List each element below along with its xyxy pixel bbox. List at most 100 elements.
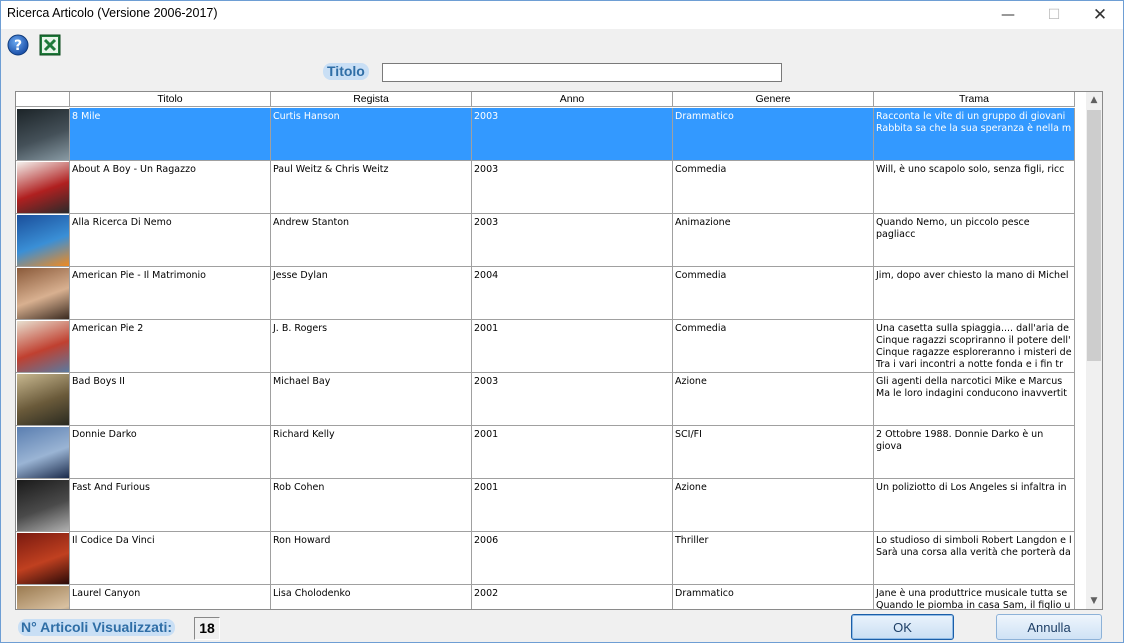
poster-cell[interactable] <box>16 532 70 585</box>
poster-cell[interactable] <box>16 108 70 161</box>
cell-anno[interactable]: 2004 <box>472 267 673 320</box>
poster-cell[interactable] <box>16 426 70 479</box>
scroll-thumb[interactable] <box>1087 110 1101 361</box>
poster-cell[interactable] <box>16 161 70 214</box>
cell-titolo[interactable]: Alla Ricerca Di Nemo <box>70 214 271 267</box>
cell-genere[interactable]: Thriller <box>673 532 874 585</box>
cell-regista[interactable]: Rob Cohen <box>271 479 472 532</box>
search-label: Titolo <box>323 63 369 80</box>
table-row[interactable]: 8 Mile Curtis Hanson 2003 Drammatico Raccont… <box>16 108 1075 161</box>
minimize-button[interactable]: — <box>985 1 1031 29</box>
table-row[interactable]: Alla Ricerca Di Nemo Andrew Stanton 2003 An… <box>16 214 1075 267</box>
cell-trama[interactable]: 2 Ottobre 1988. Donnie Darko è un giova <box>874 426 1075 479</box>
count-label: N° Articoli Visualizzati: <box>18 619 176 636</box>
header-regista[interactable]: Regista <box>271 92 472 107</box>
poster-thumbnail <box>17 321 69 372</box>
cell-titolo[interactable]: About A Boy - Un Ragazzo <box>70 161 271 214</box>
cell-titolo[interactable]: American Pie 2 <box>70 320 271 373</box>
cell-regista[interactable]: J. B. Rogers <box>271 320 472 373</box>
cell-regista[interactable]: Richard Kelly <box>271 426 472 479</box>
cell-regista[interactable]: Curtis Hanson <box>271 108 472 161</box>
poster-thumbnail <box>17 533 69 584</box>
cell-regista[interactable]: Lisa Cholodenko <box>271 585 472 609</box>
table-row[interactable]: Laurel Canyon Lisa Cholodenko 2002 Drammati… <box>16 585 1075 609</box>
table-row[interactable]: About A Boy - Un Ragazzo Paul Weitz & Chr… <box>16 161 1075 214</box>
poster-thumbnail <box>17 586 69 609</box>
cell-trama[interactable]: Jim, dopo aver chiesto la mano di Michel <box>874 267 1075 320</box>
poster-cell[interactable] <box>16 479 70 532</box>
cell-trama[interactable]: Una casetta sulla spiaggia.... dall'aria… <box>874 320 1075 373</box>
header-genere[interactable]: Genere <box>673 92 874 107</box>
cell-genere[interactable]: Azione <box>673 373 874 426</box>
cell-genere[interactable]: SCI/FI <box>673 426 874 479</box>
poster-cell[interactable] <box>16 320 70 373</box>
table-row[interactable]: Bad Boys II Michael Bay 2003 Azione Gli agen… <box>16 373 1075 426</box>
title-bar: Ricerca Articolo (Versione 2006-2017) — … <box>1 1 1123 29</box>
maximize-button[interactable]: ☐ <box>1031 1 1077 29</box>
cell-anno[interactable]: 2006 <box>472 532 673 585</box>
cell-trama[interactable]: Quando Nemo, un piccolo pesce pagliacc <box>874 214 1075 267</box>
close-button[interactable]: ✕ <box>1077 1 1123 29</box>
cell-regista[interactable]: Michael Bay <box>271 373 472 426</box>
search-window: Ricerca Articolo (Versione 2006-2017) — … <box>0 0 1124 643</box>
cell-titolo[interactable]: Fast And Furious <box>70 479 271 532</box>
cell-trama[interactable]: Will, è uno scapolo solo, senza figli, r… <box>874 161 1075 214</box>
poster-thumbnail <box>17 215 69 266</box>
cell-regista[interactable]: Andrew Stanton <box>271 214 472 267</box>
search-input[interactable] <box>382 63 782 82</box>
cell-trama[interactable]: Un poliziotto di Los Angeles si infaltra… <box>874 479 1075 532</box>
cell-titolo[interactable]: Bad Boys II <box>70 373 271 426</box>
poster-cell[interactable] <box>16 214 70 267</box>
table-row[interactable]: Il Codice Da Vinci Ron Howard 2006 Thriller… <box>16 532 1075 585</box>
excel-icon[interactable] <box>39 34 61 56</box>
cell-genere[interactable]: Azione <box>673 479 874 532</box>
poster-cell[interactable] <box>16 373 70 426</box>
cell-anno[interactable]: 2003 <box>472 108 673 161</box>
cell-genere[interactable]: Drammatico <box>673 108 874 161</box>
cell-genere[interactable]: Commedia <box>673 161 874 214</box>
table-row[interactable]: Fast And Furious Rob Cohen 2001 Azione Un po… <box>16 479 1075 532</box>
cell-anno[interactable]: 2002 <box>472 585 673 609</box>
cell-anno[interactable]: 2003 <box>472 161 673 214</box>
table-row[interactable]: American Pie - Il Matrimonio Jesse Dylan 2… <box>16 267 1075 320</box>
cell-trama[interactable]: Gli agenti della narcotici Mike e Marcus… <box>874 373 1075 426</box>
cell-genere[interactable]: Commedia <box>673 320 874 373</box>
header-trama[interactable]: Trama <box>874 92 1075 107</box>
ok-button[interactable]: OK <box>851 614 954 640</box>
cancel-button[interactable]: Annulla <box>996 614 1102 640</box>
header-anno[interactable]: Anno <box>472 92 673 107</box>
poster-thumbnail <box>17 480 69 531</box>
poster-thumbnail <box>17 374 69 425</box>
cell-trama[interactable]: Racconta le vite di un gruppo di giovani… <box>874 108 1075 161</box>
header-titolo[interactable]: Titolo <box>70 92 271 107</box>
cell-anno[interactable]: 2001 <box>472 320 673 373</box>
grid-body: Titolo Regista Anno Genere Trama 8 Mile C… <box>16 92 1075 609</box>
poster-cell[interactable] <box>16 585 70 609</box>
cell-titolo[interactable]: Laurel Canyon <box>70 585 271 609</box>
scroll-up-icon[interactable]: ▲ <box>1086 92 1102 108</box>
vertical-scrollbar[interactable]: ▲ ▼ <box>1086 92 1102 609</box>
scroll-down-icon[interactable]: ▼ <box>1086 593 1102 609</box>
cell-regista[interactable]: Paul Weitz & Chris Weitz <box>271 161 472 214</box>
cell-anno[interactable]: 2003 <box>472 214 673 267</box>
cell-titolo[interactable]: Donnie Darko <box>70 426 271 479</box>
cell-regista[interactable]: Jesse Dylan <box>271 267 472 320</box>
cell-anno[interactable]: 2003 <box>472 373 673 426</box>
table-row[interactable]: American Pie 2 J. B. Rogers 2001 Commedia Un… <box>16 320 1075 373</box>
cell-trama[interactable]: Lo studioso di simboli Robert Langdon e … <box>874 532 1075 585</box>
cell-anno[interactable]: 2001 <box>472 426 673 479</box>
cell-titolo[interactable]: 8 Mile <box>70 108 271 161</box>
cell-titolo[interactable]: Il Codice Da Vinci <box>70 532 271 585</box>
header-poster[interactable] <box>16 92 70 107</box>
cell-trama[interactable]: Jane è una produttrice musicale tutta se… <box>874 585 1075 609</box>
cell-titolo[interactable]: American Pie - Il Matrimonio <box>70 267 271 320</box>
help-icon[interactable]: ? <box>7 34 29 56</box>
poster-cell[interactable] <box>16 267 70 320</box>
results-grid: Titolo Regista Anno Genere Trama 8 Mile C… <box>15 91 1103 610</box>
cell-genere[interactable]: Commedia <box>673 267 874 320</box>
table-row[interactable]: Donnie Darko Richard Kelly 2001 SCI/FI 2 Ott… <box>16 426 1075 479</box>
cell-anno[interactable]: 2001 <box>472 479 673 532</box>
cell-genere[interactable]: Animazione <box>673 214 874 267</box>
cell-genere[interactable]: Drammatico <box>673 585 874 609</box>
cell-regista[interactable]: Ron Howard <box>271 532 472 585</box>
